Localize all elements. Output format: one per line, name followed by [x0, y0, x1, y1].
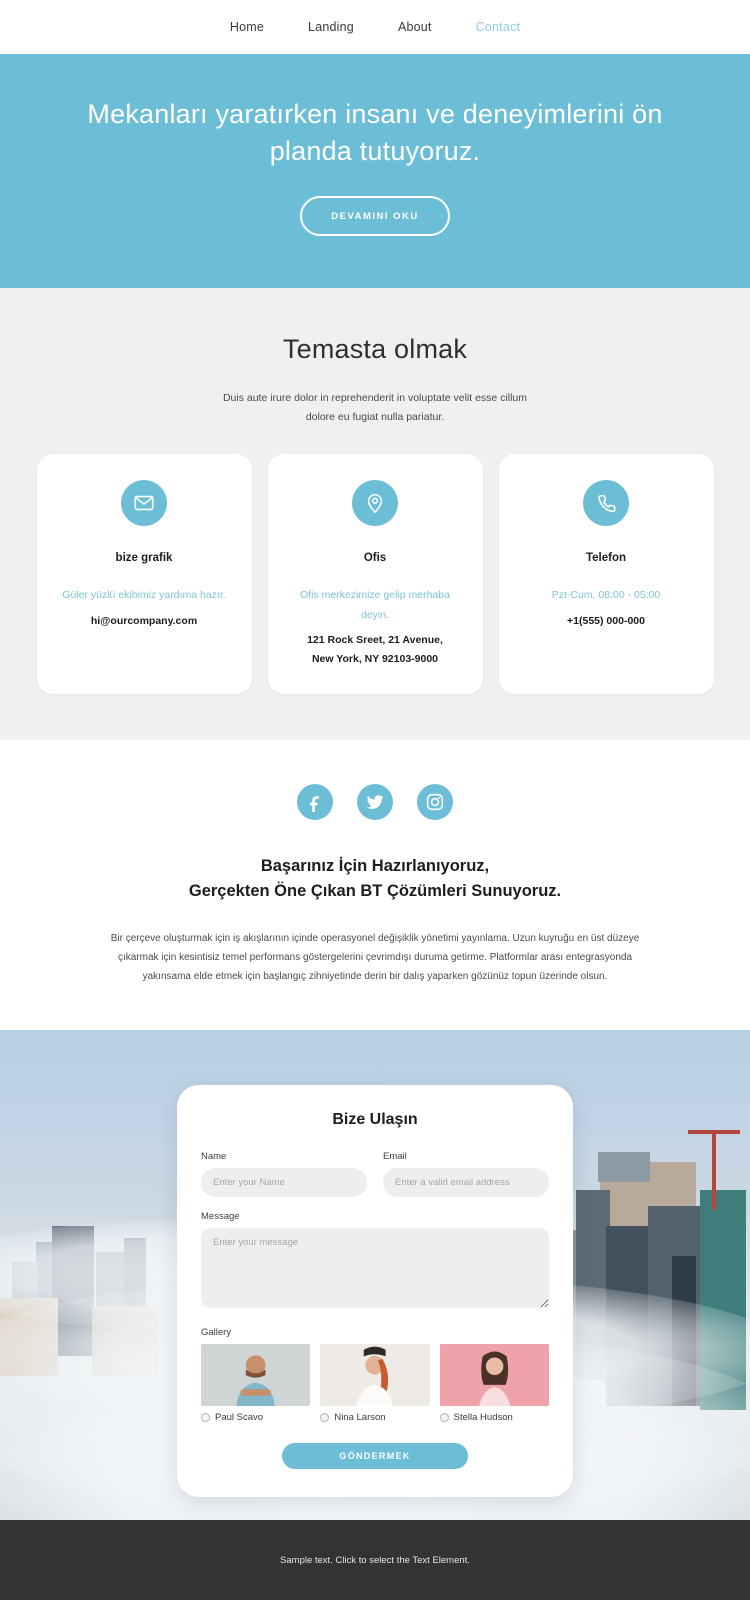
contact-card-note: Pzt-Cum, 08:00 - 05:00	[551, 589, 661, 602]
crane-icon	[688, 1130, 740, 1134]
radio-icon[interactable]	[439, 1413, 449, 1422]
message-textarea[interactable]	[201, 1228, 549, 1308]
gallery-item[interactable]: Stella Hudson	[439, 1344, 549, 1423]
gallery-item[interactable]: Nina Larson	[320, 1344, 430, 1423]
nav-item-contact[interactable]: Contact	[476, 20, 520, 34]
contact-form-card: Bize Ulaşın Name Email Message Gallery	[177, 1085, 573, 1497]
contact-card-email: bize grafik Güler yüzlü ekibimiz yardıma…	[36, 454, 252, 694]
contact-card-title: Telefon	[585, 552, 627, 565]
phone-icon	[583, 480, 629, 527]
contact-card-value: 121 Rock Sreet, 21 Avenue, New York, NY …	[307, 634, 443, 666]
message-label: Message	[201, 1211, 240, 1222]
contact-card-phone: Telefon Pzt-Cum, 08:00 - 05:00 +1(555) 0…	[498, 454, 714, 694]
nav-item-landing[interactable]: Landing	[308, 20, 354, 34]
map-pin-icon	[352, 480, 398, 527]
contact-card-office: Ofis Ofis merkezimize gelip merhaba deyi…	[267, 454, 483, 694]
name-label: Name	[201, 1151, 227, 1162]
name-field-group: Name	[201, 1151, 367, 1197]
form-title: Bize Ulaşın	[332, 1111, 418, 1128]
building	[598, 1152, 650, 1182]
nav-item-about[interactable]: About	[398, 20, 432, 34]
top-navigation: Home Landing About Contact	[0, 0, 750, 54]
gallery-options: Paul Scavo Nina Larson Stella Hudson	[201, 1344, 549, 1423]
page-root: Home Landing About Contact Mekanları yar…	[0, 0, 750, 1600]
twitter-icon[interactable]	[357, 783, 393, 820]
portrait-photo-stella[interactable]	[439, 1344, 549, 1406]
contact-card-title: bize grafik	[115, 552, 173, 565]
gallery-item-name: Stella Hudson	[453, 1412, 513, 1423]
portrait-photo-paul[interactable]	[201, 1344, 311, 1406]
instagram-icon[interactable]	[417, 783, 453, 820]
crane-icon	[712, 1130, 716, 1210]
gallery-item[interactable]: Paul Scavo	[201, 1344, 311, 1423]
radio-icon[interactable]	[201, 1413, 210, 1422]
email-label: Email	[383, 1151, 407, 1162]
gallery-item-name: Nina Larson	[334, 1412, 386, 1423]
about-title: Başarınız İçin Hazırlanıyoruz, Gerçekten…	[188, 856, 562, 901]
gallery-group: Gallery Paul Scavo Nina Larson Stella Hu…	[201, 1327, 549, 1423]
gallery-label: Gallery	[201, 1327, 232, 1338]
portrait-photo-nina[interactable]	[320, 1344, 430, 1406]
hero-section: Mekanları yaratırken insanı ve deneyimle…	[0, 54, 750, 289]
facebook-icon[interactable]	[297, 783, 333, 820]
contact-card-title: Ofis	[363, 552, 387, 565]
nav-item-home[interactable]: Home	[230, 20, 264, 34]
gallery-radio-row[interactable]: Stella Hudson	[439, 1412, 549, 1423]
name-input[interactable]	[201, 1168, 367, 1197]
email-field-group: Email	[383, 1151, 549, 1197]
read-more-button[interactable]: DEVAMINI OKU	[300, 196, 450, 237]
social-links	[0, 783, 750, 820]
envelope-icon	[121, 480, 167, 527]
radio-icon[interactable]	[320, 1413, 330, 1422]
contact-card-note: Ofis merkezimize gelip merhaba deyin.	[300, 589, 450, 621]
contact-cards: bize grafik Güler yüzlü ekibimiz yardıma…	[0, 454, 750, 694]
contact-card-value[interactable]: hi@ourcompany.com	[91, 612, 197, 631]
contact-title: Temasta olmak	[282, 334, 468, 365]
contact-section: Temasta olmak Duis aute irure dolor in r…	[0, 288, 750, 740]
gallery-item-name: Paul Scavo	[215, 1412, 264, 1423]
name-email-row: Name Email	[201, 1151, 549, 1211]
gallery-radio-row[interactable]: Paul Scavo	[201, 1412, 310, 1423]
message-field-group: Message	[201, 1211, 549, 1313]
city-hero-section: Bize Ulaşın Name Email Message Gallery	[0, 1030, 750, 1520]
contact-subtitle: Duis aute irure dolor in reprehenderit i…	[222, 392, 528, 423]
hero-title: Mekanları yaratırken insanı ve deneyimle…	[87, 99, 663, 166]
contact-card-note: Güler yüzlü ekibimiz yardıma hazır.	[62, 589, 226, 602]
email-input[interactable]	[383, 1168, 549, 1197]
contact-card-value[interactable]: +1(555) 000-000	[567, 612, 645, 631]
gallery-radio-row[interactable]: Nina Larson	[320, 1412, 429, 1423]
about-body: Bir çerçeve oluşturmak için iş akışların…	[110, 933, 640, 982]
about-section: Başarınız İçin Hazırlanıyoruz, Gerçekten…	[0, 739, 750, 1030]
footer: Sample text. Click to select the Text El…	[0, 1520, 750, 1600]
submit-button[interactable]: GÖNDERMEK	[282, 1443, 468, 1469]
footer-text[interactable]: Sample text. Click to select the Text El…	[280, 1555, 470, 1566]
